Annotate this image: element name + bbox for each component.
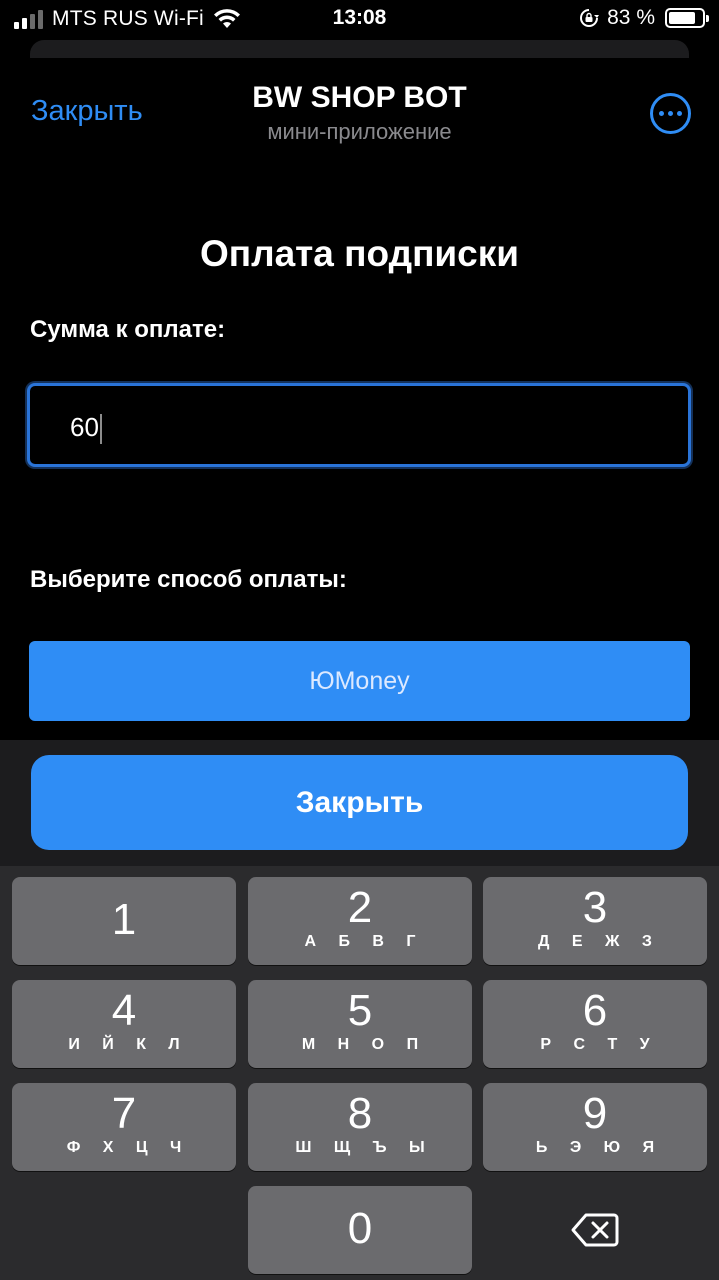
key-digit: 3 — [582, 883, 608, 932]
page-title: Оплата подписки — [199, 233, 520, 274]
key-letters: Ь Э Ю Я — [535, 1139, 664, 1156]
key-digit: 8 — [347, 1089, 373, 1138]
backspace-icon — [571, 1213, 619, 1247]
close-main-button[interactable]: Закрыть — [31, 755, 688, 850]
status-bar-right: 83 % — [579, 6, 709, 30]
yoomoney-button[interactable]: ЮMoney — [29, 641, 690, 721]
key-digit: 5 — [347, 986, 373, 1035]
amount-text: 60 — [70, 412, 99, 442]
amount-input[interactable]: 60 — [27, 383, 691, 467]
amount-label: Сумма к оплате: — [30, 316, 226, 343]
key-2[interactable]: 2 А Б В Г — [248, 877, 472, 965]
text-caret — [99, 414, 102, 445]
key-4[interactable]: 4 И Й К Л — [12, 980, 236, 1068]
app-title: BW SHOP BOT — [252, 81, 467, 114]
key-1[interactable]: 1 — [12, 877, 236, 965]
key-digit: 6 — [582, 986, 608, 1035]
more-dot-icon — [659, 111, 664, 116]
key-0[interactable]: 0 — [248, 1186, 472, 1274]
key-6[interactable]: 6 Р С Т У — [483, 980, 707, 1068]
key-letters: И Й К Л — [68, 1036, 189, 1053]
more-dot-icon — [677, 111, 682, 116]
key-digit: 2 — [347, 883, 373, 932]
key-letters: Р С Т У — [540, 1036, 659, 1053]
battery-percentage: 83 % — [607, 6, 655, 29]
more-options-button[interactable] — [650, 93, 691, 134]
key-3[interactable]: 3 Д Е Ж З — [483, 877, 707, 965]
key-digit: 1 — [111, 895, 137, 944]
key-letters: Д Е Ж З — [538, 933, 661, 950]
key-digit: 0 — [347, 1204, 373, 1253]
delete-key[interactable] — [483, 1186, 707, 1274]
rotation-lock-icon — [580, 9, 600, 27]
key-9[interactable]: 9 Ь Э Ю Я — [483, 1083, 707, 1171]
amount-value: 60 — [70, 412, 102, 445]
key-7[interactable]: 7 Ф Х Ц Ч — [12, 1083, 236, 1171]
key-digit: 4 — [111, 986, 137, 1035]
numeric-keypad: 1 2 А Б В Г 3 Д Е Ж З 4 И Й К Л 5 М Н О … — [0, 866, 719, 1280]
key-digit: 9 — [582, 1089, 608, 1138]
key-letters: Ш Щ Ъ Ы — [295, 1139, 434, 1156]
battery-icon — [665, 8, 709, 28]
status-bar: MTS RUS Wi-Fi 13:08 83 % — [0, 0, 719, 38]
key-digit: 7 — [111, 1089, 137, 1138]
key-letters: А Б В Г — [304, 933, 425, 950]
app-subtitle: мини-приложение — [267, 119, 452, 144]
key-letters: М Н О П — [301, 1036, 428, 1053]
bottom-bar: Закрыть — [0, 740, 719, 866]
payment-method-label: Выберите способ оплаты: — [30, 566, 347, 593]
key-letters: Ф Х Ц Ч — [66, 1139, 191, 1156]
more-dot-icon — [668, 111, 673, 116]
key-5[interactable]: 5 М Н О П — [248, 980, 472, 1068]
key-8[interactable]: 8 Ш Щ Ъ Ы — [248, 1083, 472, 1171]
sheet-background-edge — [30, 40, 689, 58]
